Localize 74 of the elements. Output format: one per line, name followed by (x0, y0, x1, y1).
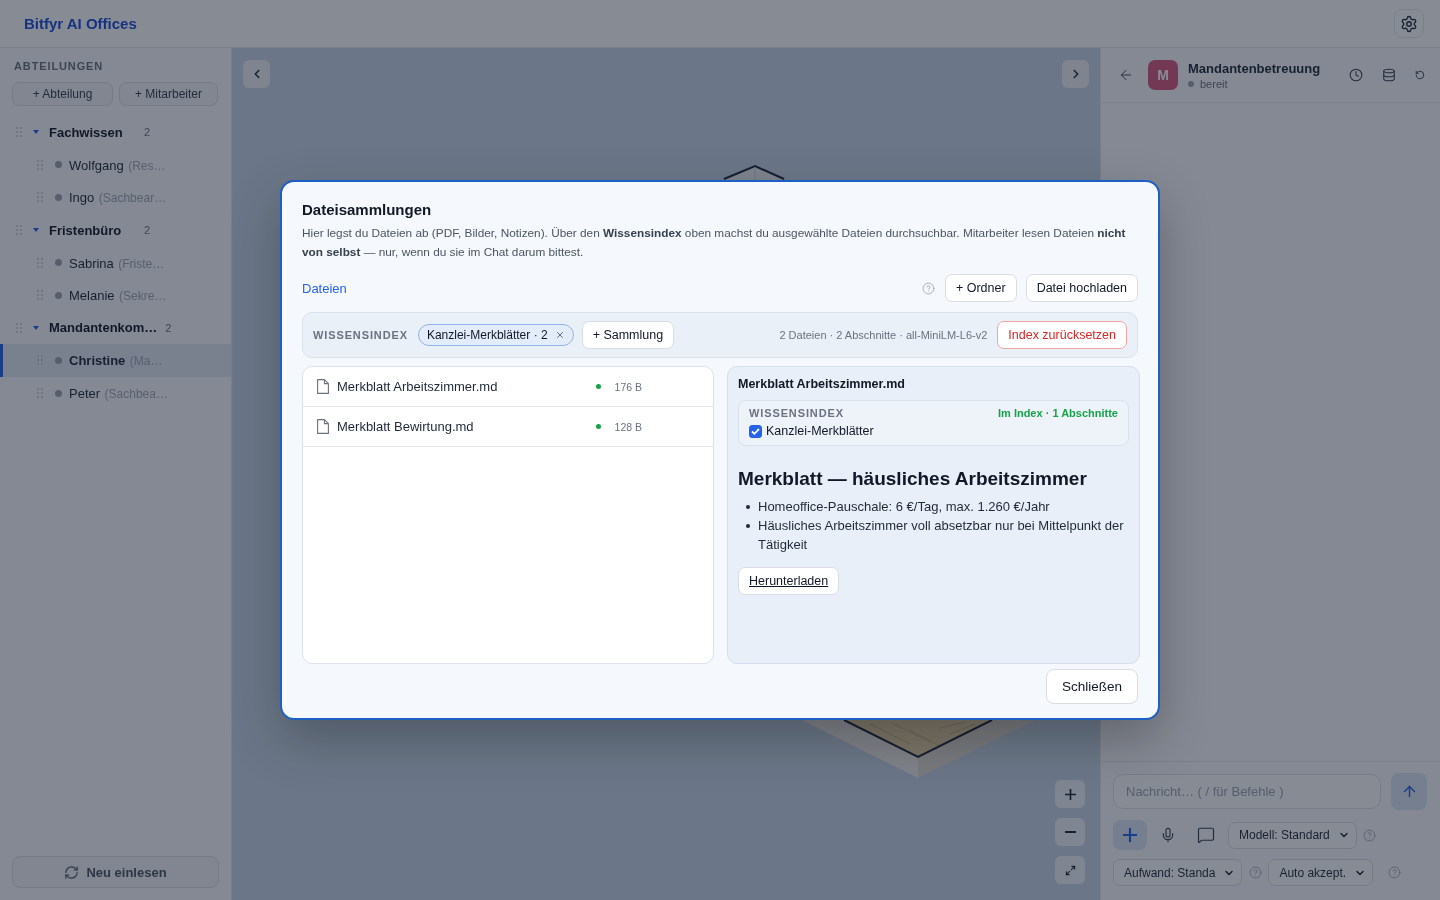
status-dot-icon (55, 194, 62, 201)
bullet-icon (746, 505, 750, 509)
status-dot-icon (55, 389, 62, 397)
refresh-icon (64, 864, 80, 880)
zoom-out-button[interactable] (1055, 818, 1085, 846)
department-item[interactable]: Fristenbüro 2 (0, 213, 231, 247)
index-label: WISSENSINDEX (749, 407, 844, 419)
dialog-title: Dateisammlungen (302, 200, 433, 220)
status-dot-icon (55, 259, 62, 267)
action-button[interactable]: Datei hochladen (1025, 274, 1138, 302)
add-collection-button[interactable]: + Sammlung (581, 321, 675, 349)
help-icon[interactable] (1388, 866, 1402, 879)
zoom-in-button[interactable] (1055, 780, 1085, 808)
checkbox-label: Kanzlei-Merkblätter (766, 424, 874, 438)
send-button[interactable] (1391, 773, 1427, 810)
bullet-text: Homeoffice-Pauschale: 6 €/Tag, max. 1.260 €/Jahr (758, 498, 1050, 516)
caret-icon[interactable] (33, 228, 39, 233)
dialog-description: Hier legst du Dateien ab (PDF, Bilder, Notizen). Über den Wissensindex oben machst du ausgewählte Dateien durchsuchbar. Mitarbeiter lesen Dateien nicht von selbst — nur, wenn du sie im Chat darum bittest. (302, 225, 1127, 261)
caret-icon[interactable] (33, 130, 39, 135)
bullet-text: Häusliches Arbeitszimmer voll absetzbar nur bei Mittelpunkt der Tätigkeit (758, 517, 1125, 554)
checkbox[interactable] (749, 424, 762, 438)
agent-avatar: M (1148, 60, 1178, 90)
close-button[interactable]: Schließen (1045, 669, 1138, 704)
section-heading: ABTEILUNGEN (13, 59, 105, 73)
accept-select[interactable]: Auto akzept. (1268, 859, 1374, 886)
previous-button[interactable] (243, 60, 270, 88)
attach-button[interactable] (1113, 820, 1147, 850)
document-heading: Merkblatt — häusliches Arbeitszimmer (738, 467, 1087, 491)
index-label: WISSENSINDEX (313, 329, 408, 341)
help-icon[interactable] (1249, 866, 1263, 879)
next-button[interactable] (1062, 60, 1089, 88)
help-icon[interactable] (921, 281, 935, 295)
back-arrow-icon[interactable] (1118, 67, 1134, 83)
settings-button[interactable] (1394, 9, 1424, 38)
index-status: Im Index · 1 Abschnitte (998, 407, 1118, 419)
plus-icon (1064, 788, 1076, 800)
status-dot-icon (55, 161, 62, 169)
expand-icon (1064, 864, 1076, 876)
remove-icon[interactable] (554, 330, 565, 340)
clock-icon[interactable] (1349, 68, 1363, 82)
help-icon[interactable] (1362, 828, 1376, 842)
rotate-icon[interactable] (1415, 70, 1425, 80)
status-dot-icon (1188, 80, 1194, 87)
status-dot-icon (55, 356, 62, 364)
settings-icon (1400, 14, 1418, 33)
department-item[interactable]: Fachwissen 2 (0, 116, 231, 149)
action-button[interactable]: + Ordner (944, 274, 1017, 302)
file-item[interactable]: Merkblatt Arbeitszimmer.md 176 B (303, 367, 713, 407)
speech-bubble-icon[interactable] (1197, 826, 1215, 844)
minus-icon (1064, 831, 1076, 833)
effort-select[interactable]: Aufwand: Standa (1113, 859, 1243, 886)
chat-title: Mandantenbetreuung (1188, 60, 1321, 76)
fit-view-button[interactable] (1055, 856, 1085, 884)
app-title: Bitfyr AI Offices (24, 15, 137, 32)
bullet-icon (746, 524, 750, 528)
breadcrumb-link[interactable]: Dateien (302, 280, 347, 296)
download-button[interactable]: Herunterladen (738, 567, 840, 595)
caret-icon[interactable] (33, 325, 39, 330)
reload-button[interactable]: Neu einlesen (12, 856, 219, 888)
add-button[interactable]: + Mitarbeiter (119, 82, 218, 106)
microphone-icon[interactable] (1160, 827, 1176, 843)
file-icon (317, 419, 329, 434)
collection-chip[interactable]: Kanzlei-Merkblätter · 2 (417, 324, 574, 346)
status-dot-icon (55, 291, 62, 299)
plus-icon (1123, 828, 1137, 842)
index-stats: 2 Dateien · 2 Abschnitte · all-MiniLM-L6-v2 (779, 329, 988, 341)
file-icon (317, 379, 329, 394)
model-select[interactable]: Modell: Standard (1228, 821, 1357, 849)
status-text: bereit (1200, 77, 1228, 90)
preview-filename: Merkblatt Arbeitszimmer.md (738, 376, 905, 392)
database-icon[interactable] (1382, 68, 1396, 82)
add-button[interactable]: + Abteilung (12, 82, 113, 106)
file-item[interactable]: Merkblatt Bewirtung.md 128 B (303, 407, 713, 447)
reset-index-button[interactable]: Index zurücksetzen (997, 321, 1127, 349)
